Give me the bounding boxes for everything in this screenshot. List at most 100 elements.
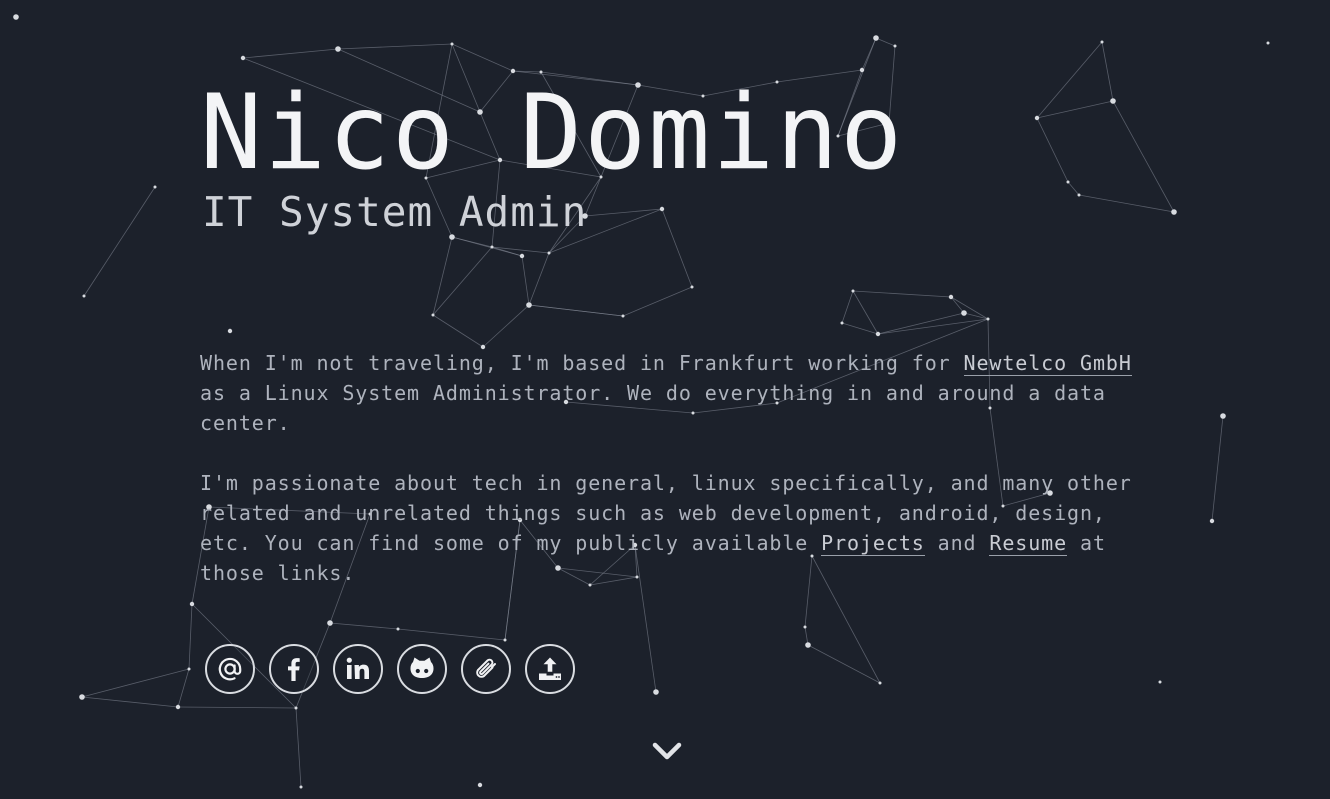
network-dot xyxy=(526,302,532,308)
network-dot xyxy=(490,245,494,249)
network-dot xyxy=(82,294,86,298)
network-line xyxy=(950,296,989,320)
network-line xyxy=(950,296,965,314)
network-line xyxy=(295,707,302,788)
network-line xyxy=(81,668,190,698)
paperclip-icon xyxy=(476,658,496,678)
page-subtitle: IT System Admin xyxy=(202,188,588,236)
page-title: Nico Domino xyxy=(200,73,905,193)
network-line xyxy=(1101,41,1114,102)
network-dot xyxy=(396,627,400,631)
network-line xyxy=(482,304,530,348)
bio-paragraph-1: When I'm not traveling, I'm based in Fra… xyxy=(200,351,1132,435)
network-dot xyxy=(240,55,246,61)
network-line xyxy=(875,37,896,47)
network-line xyxy=(329,622,399,630)
network-dot xyxy=(189,601,195,607)
github-icon xyxy=(410,657,434,678)
network-line xyxy=(963,312,989,320)
network-dot xyxy=(859,67,865,73)
network-dot xyxy=(547,251,551,255)
linkedin-button[interactable] xyxy=(333,644,383,694)
network-line xyxy=(622,286,693,317)
resume-link[interactable]: Resume xyxy=(989,531,1068,556)
network-line xyxy=(877,312,965,335)
network-line xyxy=(397,628,506,641)
network-dot xyxy=(431,313,435,317)
network-line xyxy=(337,43,453,50)
network-dot xyxy=(659,206,665,212)
network-line xyxy=(432,236,453,316)
network-line xyxy=(1078,194,1175,213)
network-dot xyxy=(153,185,157,189)
network-line xyxy=(188,603,193,670)
network-line xyxy=(432,246,493,316)
network-line xyxy=(242,48,339,59)
network-line xyxy=(877,318,989,335)
network-line xyxy=(584,208,663,217)
network-dot xyxy=(653,689,659,695)
network-dot xyxy=(1171,209,1177,215)
network-line xyxy=(807,644,881,684)
network-dot xyxy=(873,35,879,41)
network-dot xyxy=(335,46,341,52)
network-dot xyxy=(875,331,881,337)
network-dot xyxy=(477,782,483,788)
network-dot xyxy=(79,694,85,700)
network-line xyxy=(1036,100,1114,119)
network-dot xyxy=(299,785,303,789)
scroll-down-button[interactable] xyxy=(652,738,682,764)
network-dot xyxy=(175,704,181,710)
network-dot xyxy=(519,253,525,259)
network-dot xyxy=(503,638,507,642)
network-dot xyxy=(13,14,19,20)
network-line xyxy=(432,314,484,348)
network-dot xyxy=(1209,518,1215,524)
network-line xyxy=(1036,117,1069,183)
upload-icon xyxy=(539,657,561,680)
at-icon xyxy=(218,657,242,681)
network-dot xyxy=(294,706,298,710)
network-line xyxy=(177,706,297,709)
network-line xyxy=(661,208,693,288)
network-dot xyxy=(227,328,233,334)
network-dot xyxy=(1158,680,1162,684)
network-dot xyxy=(803,625,807,629)
social-links xyxy=(205,644,575,694)
network-dot xyxy=(986,317,990,321)
network-line xyxy=(528,252,550,306)
chevron-down-icon xyxy=(652,742,682,760)
network-dot xyxy=(187,667,191,671)
network-line xyxy=(1036,41,1103,119)
network-line xyxy=(451,236,493,248)
upload-button[interactable] xyxy=(525,644,575,694)
network-line xyxy=(521,255,530,306)
network-line xyxy=(81,696,179,708)
network-dot xyxy=(961,310,967,316)
network-dot xyxy=(1077,193,1081,197)
github-button[interactable] xyxy=(397,644,447,694)
network-dot xyxy=(1100,40,1104,44)
facebook-button[interactable] xyxy=(269,644,319,694)
newtelco-link[interactable]: Newtelco GmbH xyxy=(963,351,1132,376)
network-dot xyxy=(1220,413,1226,419)
network-line xyxy=(83,186,156,297)
network-dot xyxy=(851,289,855,293)
attachment-button[interactable] xyxy=(461,644,511,694)
network-dot xyxy=(690,285,694,289)
network-dot xyxy=(840,321,844,325)
projects-link[interactable]: Projects xyxy=(821,531,925,556)
network-line xyxy=(1067,181,1080,196)
network-line xyxy=(177,668,190,708)
network-dot xyxy=(327,620,333,626)
email-button[interactable] xyxy=(205,644,255,694)
network-dot xyxy=(878,681,882,685)
network-dot xyxy=(621,314,625,318)
network-line xyxy=(1211,415,1224,522)
bio-paragraph-2: I'm passionate about tech in general, li… xyxy=(200,471,1132,585)
network-dot xyxy=(805,642,811,648)
network-dot xyxy=(893,44,897,48)
network-line xyxy=(841,290,854,324)
network-line xyxy=(852,290,952,298)
network-dot xyxy=(948,294,954,300)
